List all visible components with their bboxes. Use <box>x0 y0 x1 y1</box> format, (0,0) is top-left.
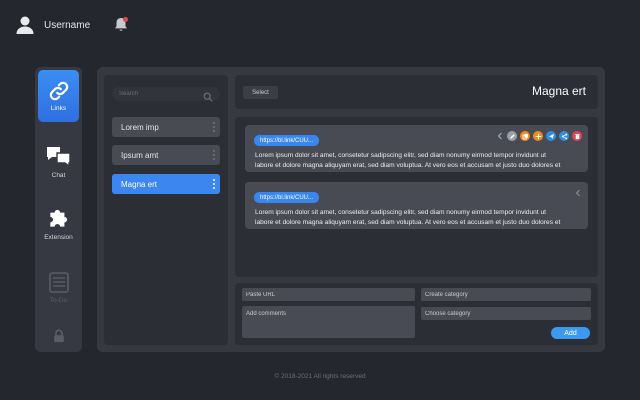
chat-icon <box>46 147 71 168</box>
list-item-ipsum-amt[interactable]: Ipsum amt <box>112 145 220 165</box>
send-icon[interactable] <box>546 131 556 141</box>
edit-icon[interactable] <box>507 131 517 141</box>
nav-label-extension: Extension <box>44 234 73 241</box>
notification-dot <box>123 17 128 22</box>
list-item-label: Magna ert <box>121 179 158 189</box>
paste-url-input[interactable] <box>242 288 415 301</box>
nav-item-lock[interactable] <box>35 329 82 343</box>
content-header: Select Magna ert <box>235 75 598 109</box>
card-text-line: Lorem ipsum dolor sit amet, consetetur s… <box>255 209 546 216</box>
link-list-panel <box>104 75 228 345</box>
nav-label-todo: To-Do <box>49 297 68 304</box>
list-item-lorem-imp[interactable]: Lorem imp <box>112 117 220 137</box>
trash-icon[interactable] <box>572 131 582 141</box>
card-text-line: labore et dolore magna aliquyam erat, se… <box>255 161 561 169</box>
username: Username <box>44 19 91 31</box>
add-button[interactable]: Add <box>551 327 590 339</box>
drag-handle-icon[interactable] <box>213 179 215 189</box>
card-toolbar <box>574 188 582 198</box>
link-card: https://bl.link/CUU... Lorem ipsum dolor… <box>245 125 588 172</box>
link-card-text: Lorem ipsum dolor sit amet, consetetur s… <box>255 151 587 170</box>
chevron-left-icon[interactable] <box>574 188 582 198</box>
footer-copyright: © 2018-2021 All rights reserved <box>274 373 366 380</box>
list-item-label: Lorem imp <box>121 122 159 132</box>
list-item-label: Ipsum amt <box>121 150 159 160</box>
chevron-left-icon[interactable] <box>496 131 504 141</box>
nav-item-links[interactable]: Links <box>38 70 79 122</box>
user-avatar-icon[interactable] <box>14 14 36 36</box>
nav-item-extension[interactable]: Extension <box>35 205 82 241</box>
move-icon[interactable] <box>533 131 543 141</box>
drag-handle-icon[interactable] <box>213 122 215 132</box>
nav-item-todo[interactable]: To-Do <box>35 270 82 304</box>
link-card: https://bl.link/CUU... Lorem ipsum dolor… <box>245 182 588 229</box>
nav-label-chat: Chat <box>51 172 66 179</box>
notification-bell-icon[interactable] <box>113 16 129 34</box>
page-title: Magna ert <box>531 84 586 98</box>
nav-item-chat[interactable]: Chat <box>35 145 82 179</box>
drag-handle-icon[interactable] <box>213 150 215 160</box>
lock-icon <box>53 329 64 343</box>
choose-category-select[interactable] <box>421 307 591 320</box>
card-toolbar <box>496 131 582 141</box>
link-url-pill[interactable]: https://bl.link/CUU... <box>254 192 320 203</box>
user-bar: Username <box>14 12 90 38</box>
todo-list-icon <box>48 272 69 293</box>
comments-textarea[interactable] <box>242 306 415 338</box>
list-item-magna-ert[interactable]: Magna ert <box>112 174 220 194</box>
nav-rail: Links Chat Extension To-Do <box>35 67 82 352</box>
link-cards-area: https://bl.link/CUU... Lorem ipsum dolor… <box>235 117 598 277</box>
add-link-form: Add <box>235 283 598 345</box>
create-category-input[interactable] <box>421 288 591 301</box>
nav-label-links: Links <box>50 105 67 112</box>
search-icon[interactable] <box>203 89 213 102</box>
link-icon <box>49 81 68 101</box>
card-text-line: Lorem ipsum dolor sit amet, consetetur s… <box>255 152 546 159</box>
link-card-text: Lorem ipsum dolor sit amet, consetetur s… <box>255 208 587 227</box>
link-url-pill[interactable]: https://bl.link/CUU... <box>254 135 320 146</box>
copy-icon[interactable] <box>520 131 530 141</box>
card-text-line: labore et dolore magna aliquyam erat, se… <box>255 218 561 226</box>
select-button[interactable]: Select <box>243 86 278 99</box>
puzzle-icon <box>49 209 67 227</box>
share-icon[interactable] <box>559 131 569 141</box>
main-panel: Lorem imp Ipsum amt Magna ert Select Mag… <box>97 67 605 352</box>
